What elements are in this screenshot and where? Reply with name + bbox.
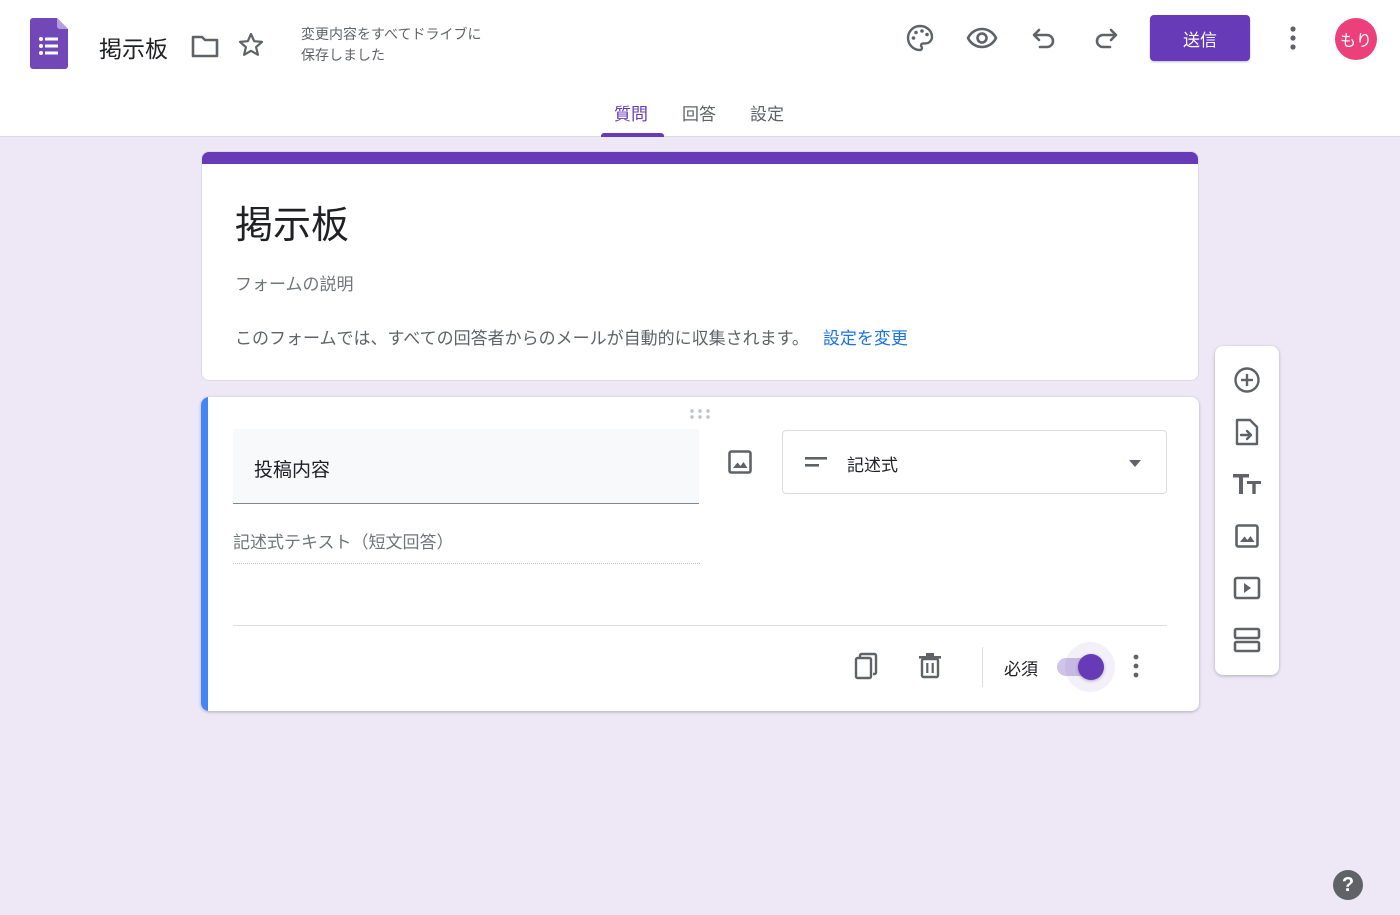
short-answer-icon	[805, 457, 827, 467]
send-button[interactable]: 送信	[1150, 15, 1250, 61]
import-questions-button[interactable]	[1230, 415, 1264, 449]
save-status-line2: 保存しました	[301, 48, 385, 64]
trash-icon	[919, 653, 941, 679]
preview-eye-icon	[966, 27, 998, 49]
document-title[interactable]: 掲示板	[99, 30, 168, 64]
add-question-icon	[1234, 367, 1260, 393]
undo-button[interactable]	[1026, 20, 1062, 56]
top-header: 掲示板 変更内容をすべてドライブに 保存しました 送信 もり 質問 回答 設定	[0, 0, 1400, 137]
active-question-indicator	[201, 397, 208, 711]
palette-icon	[906, 24, 934, 52]
form-description-field[interactable]: フォームの説明	[235, 270, 354, 295]
active-tab-indicator	[601, 133, 664, 137]
delete-question-button[interactable]	[913, 649, 947, 683]
short-answer-placeholder: 記述式テキスト（短文回答）	[233, 528, 700, 564]
help-button[interactable]: ?	[1333, 870, 1363, 900]
footer-separator	[982, 647, 983, 687]
star-icon[interactable]	[237, 31, 265, 59]
save-status-line1: 変更内容をすべてドライブに	[301, 27, 482, 43]
image-icon	[728, 450, 752, 474]
redo-icon	[1095, 28, 1118, 49]
toggle-knob	[1078, 654, 1104, 680]
duplicate-question-button[interactable]	[849, 649, 883, 683]
undo-icon	[1032, 28, 1055, 49]
add-image-to-question-button[interactable]	[723, 445, 757, 479]
redo-button[interactable]	[1088, 20, 1124, 56]
form-title[interactable]: 掲示板	[235, 194, 349, 249]
add-image-icon	[1235, 524, 1259, 548]
customize-theme-button[interactable]	[902, 20, 938, 56]
forms-app-icon[interactable]	[30, 18, 68, 69]
question-title: 投稿内容	[254, 459, 331, 481]
title-card-accent-bar	[202, 152, 1198, 164]
add-image-button[interactable]	[1230, 519, 1264, 553]
add-title-button[interactable]	[1230, 467, 1264, 501]
required-label: 必須	[1004, 660, 1038, 680]
more-vert-icon	[1133, 654, 1139, 678]
add-video-icon	[1233, 576, 1261, 600]
tab-responses[interactable]: 回答	[682, 100, 716, 125]
add-question-button[interactable]	[1230, 363, 1264, 397]
drag-handle-icon[interactable]	[688, 408, 712, 420]
more-vert-icon	[1290, 26, 1296, 50]
question-title-input[interactable]: 投稿内容	[233, 429, 699, 504]
dropdown-arrow-icon	[1129, 460, 1141, 467]
copy-icon	[854, 652, 878, 680]
tab-questions[interactable]: 質問	[614, 100, 648, 125]
import-questions-icon	[1235, 418, 1259, 446]
add-section-icon	[1233, 627, 1261, 653]
tab-bar: 質問 回答 設定	[0, 88, 1400, 137]
question-more-options-button[interactable]	[1126, 651, 1146, 681]
change-settings-link[interactable]: 設定を変更	[823, 329, 908, 349]
save-status: 変更内容をすべてドライブに 保存しました	[301, 25, 531, 67]
email-collection-notice: このフォームでは、すべての回答者からのメールが自動的に収集されます。 設定を変更	[235, 324, 908, 349]
add-title-icon	[1233, 474, 1261, 494]
question-type-dropdown[interactable]: 記述式	[782, 430, 1167, 494]
email-notice-text: このフォームでは、すべての回答者からのメールが自動的に収集されます。	[235, 329, 809, 349]
question-card[interactable]: 投稿内容 記述式 記述式テキスト（短文回答） 必須	[201, 397, 1199, 711]
folder-icon[interactable]	[190, 33, 220, 59]
add-video-button[interactable]	[1230, 571, 1264, 605]
more-options-button[interactable]	[1278, 22, 1308, 54]
add-section-button[interactable]	[1230, 623, 1264, 657]
side-toolbar	[1215, 346, 1279, 675]
question-type-label: 記述式	[847, 456, 898, 476]
preview-button[interactable]	[964, 20, 1000, 56]
tab-settings[interactable]: 設定	[750, 100, 784, 125]
form-title-card[interactable]: 掲示板 フォームの説明 このフォームでは、すべての回答者からのメールが自動的に収…	[201, 151, 1199, 381]
required-toggle[interactable]	[1053, 642, 1117, 692]
question-footer-divider	[233, 625, 1167, 626]
avatar[interactable]: もり	[1335, 18, 1377, 60]
